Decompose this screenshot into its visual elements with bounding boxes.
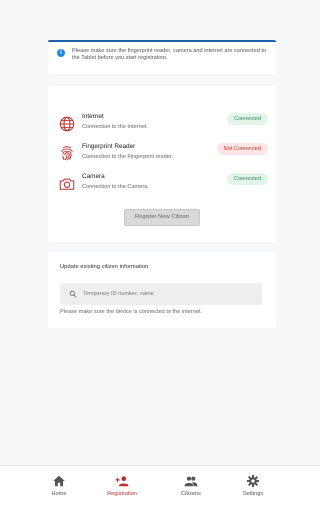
update-title: Update existing citizen information <box>60 264 149 270</box>
device-status-card: Internet Connection to the Internet. Con… <box>48 86 276 242</box>
status-subtitle: Connection to the Internet. <box>82 124 148 130</box>
nav-item-home[interactable]: Home <box>29 474 89 508</box>
bottom-navigation: Home Registration Citizens Settings <box>0 465 320 512</box>
camera-icon <box>59 178 75 190</box>
info-icon: i <box>57 49 65 57</box>
nav-label: Registration <box>107 491 137 497</box>
info-banner: i Please make sure the fingerprint reade… <box>48 40 276 74</box>
register-new-citizen-button[interactable]: Register New Citizen <box>124 209 200 226</box>
nav-item-citizens[interactable]: Citizens <box>161 474 221 508</box>
nav-label: Home <box>51 491 67 497</box>
status-subtitle: Connection to the Fingerprint reader. <box>82 154 174 160</box>
nav-item-settings[interactable]: Settings <box>223 474 283 508</box>
nav-item-registration[interactable]: Registration <box>92 474 152 508</box>
globe-icon <box>59 116 75 132</box>
status-subtitle: Connection to the Camera. <box>82 184 149 190</box>
status-row-camera: Camera Connection to the Camera. Connect… <box>58 173 268 197</box>
update-citizen-card: Update existing citizen information Plea… <box>48 252 276 328</box>
gear-icon <box>246 474 260 488</box>
person-add-icon <box>115 476 129 487</box>
status-title: Camera <box>82 173 105 180</box>
status-title: Fingerprint Reader <box>82 143 136 150</box>
status-badge: Not Connected <box>216 143 268 155</box>
status-row-fingerprint: Fingerprint Reader Connection to the Fin… <box>58 143 268 167</box>
status-badge: Connected <box>226 173 268 185</box>
people-icon <box>184 476 198 487</box>
status-row-internet: Internet Connection to the Internet. Con… <box>58 113 268 137</box>
search-box[interactable] <box>60 283 262 305</box>
nav-label: Citizens <box>181 491 201 497</box>
home-icon <box>53 475 65 487</box>
update-note: Please make sure the device is connected… <box>60 309 203 315</box>
status-title: Internet <box>82 113 104 120</box>
nav-label: Settings <box>242 491 264 497</box>
search-input[interactable] <box>83 283 258 305</box>
status-badge: Connected <box>226 113 268 125</box>
info-text: Please make sure the fingerprint reader,… <box>72 48 267 62</box>
search-icon <box>69 290 77 298</box>
fingerprint-icon <box>61 146 73 161</box>
